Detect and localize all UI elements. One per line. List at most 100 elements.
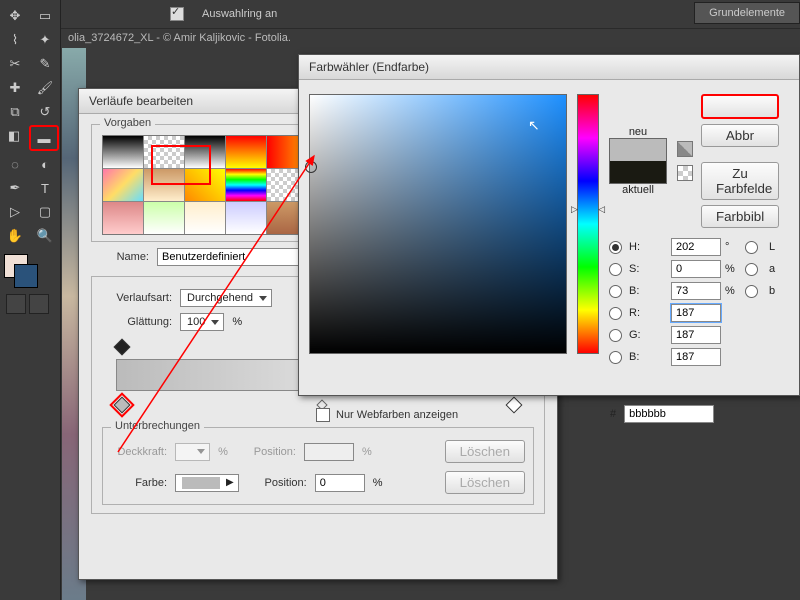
opacity-stop-left[interactable] [114,339,131,356]
hand-tool[interactable]: ✋ [1,225,29,247]
color-libraries-button[interactable]: Farbbibl [701,205,779,228]
bl-input[interactable] [671,348,721,366]
eyedropper-tool[interactable]: ✎ [31,53,59,75]
blur-tool[interactable]: ◌ [1,153,29,175]
new-current-swatch[interactable] [609,138,667,184]
preset-swatch[interactable] [226,136,266,168]
stamp-tool[interactable]: ⧉ [1,101,29,123]
hex-input[interactable] [624,405,714,423]
tool-palette: ✥▭ ⌇✦ ✂✎ ✚🖌 ⧉↺ ◧▬ ◌◐ ✒T ▷▢ ✋🔍 [0,0,61,600]
webonly-label: Nur Webfarben anzeigen [336,409,458,421]
radio-l[interactable] [745,241,758,254]
delete-opacity-stop-button: Löschen [445,440,525,463]
g-input[interactable] [671,326,721,344]
opacity-input [175,443,210,461]
h-input[interactable] [671,238,721,256]
pen-tool[interactable]: ✒ [1,177,29,199]
shape-tool[interactable]: ▢ [31,201,59,223]
quickmask-toggle[interactable] [6,294,26,314]
ok-button[interactable] [701,94,779,119]
radio-b[interactable] [609,285,622,298]
b-input[interactable] [671,282,721,300]
preset-swatch[interactable] [144,169,184,201]
color-position-input[interactable] [315,474,365,492]
radio-h[interactable] [609,241,622,254]
type-combo[interactable]: Durchgehend [180,289,272,307]
smoothness-label: Glättung: [102,316,172,328]
smoothness-input[interactable]: 100 [180,313,224,331]
color-picker-title: Farbwähler (Endfarbe) [299,55,799,80]
sv-cursor[interactable] [305,161,317,173]
opacity-position-label: Position: [236,446,296,458]
add-swatch-button[interactable]: Zu Farbfelde [701,162,779,200]
webonly-row: Nur Webfarben anzeigen [316,408,458,422]
crop-tool[interactable]: ✂ [1,53,29,75]
s-input[interactable] [671,260,721,278]
preset-swatch[interactable] [144,202,184,234]
screenmode-toggle[interactable] [29,294,49,314]
document-tab[interactable]: olia_3724672_XL - © Amir Kaljikovic - Fo… [62,28,291,48]
websafe-icon[interactable] [677,165,693,181]
hash-label: # [610,408,616,420]
preset-swatch[interactable] [185,136,225,168]
opacity-position-input [304,443,354,461]
delete-color-stop-button: Löschen [445,471,525,494]
color-swatches[interactable] [4,254,38,288]
preset-swatch[interactable] [185,202,225,234]
preset-swatch[interactable] [103,169,143,201]
stop-color-swatch[interactable]: ▶ [175,474,239,492]
presets-label: Vorgaben [100,117,155,129]
zoom-tool[interactable]: 🔍 [31,225,59,247]
opacity-label: Deckkraft: [111,446,167,458]
brush-tool[interactable]: 🖌 [31,77,59,99]
current-label: aktuell [609,184,667,196]
preset-swatch[interactable] [185,169,225,201]
move-tool[interactable]: ✥ [1,5,29,27]
wand-tool[interactable]: ✦ [31,29,59,51]
preset-swatch[interactable] [144,136,184,168]
mouse-cursor-icon: ↖ [528,117,540,134]
marquee-tool[interactable]: ▭ [31,5,59,27]
name-label: Name: [93,251,149,263]
eraser-tool[interactable]: ◧ [1,125,27,147]
preset-swatch[interactable] [103,202,143,234]
lasso-tool[interactable]: ⌇ [1,29,29,51]
new-color [610,139,666,161]
color-stop-left[interactable] [114,397,131,414]
selection-ring-label: Auswahlring an [202,8,277,20]
path-select-tool[interactable]: ▷ [1,201,29,223]
saturation-value-field[interactable]: ↖ [309,94,567,354]
heal-tool[interactable]: ✚ [1,77,29,99]
gradient-tool[interactable]: ▬ [29,125,59,151]
color-stop-right[interactable] [506,397,523,414]
hue-indicator-right[interactable]: ◁ [598,204,605,215]
breaks-group: Unterbrechungen Deckkraft: % Position: %… [102,427,534,505]
hue-slider[interactable] [577,94,599,354]
r-input[interactable] [671,304,721,322]
color-picker-dialog: Farbwähler (Endfarbe) ↖ ▷ ◁ neu aktuell [298,54,800,396]
history-brush-tool[interactable]: ↺ [31,101,59,123]
radio-bl[interactable] [609,351,622,364]
color-label: Farbe: [111,477,167,489]
chevron-down-icon [259,296,267,301]
radio-a[interactable] [745,263,758,276]
selection-ring-checkbox[interactable] [170,7,184,21]
radio-r[interactable] [609,307,622,320]
dodge-tool[interactable]: ◐ [31,153,59,175]
hue-indicator-left[interactable]: ▷ [571,204,578,215]
cube-icon[interactable] [677,141,693,157]
chevron-down-icon [211,320,219,325]
radio-b2[interactable] [745,285,758,298]
cancel-button[interactable]: Abbr [701,124,779,147]
webonly-checkbox[interactable] [316,408,330,422]
workspace-tab[interactable]: Grundelemente [694,2,800,24]
color-position-label: Position: [247,477,307,489]
options-bar: Auswahlring an [0,0,800,29]
radio-g[interactable] [609,329,622,342]
preset-swatch[interactable] [103,136,143,168]
radio-s[interactable] [609,263,622,276]
new-label: neu [609,126,667,138]
preset-swatch[interactable] [226,202,266,234]
preset-swatch[interactable] [226,169,266,201]
type-tool[interactable]: T [31,177,59,199]
